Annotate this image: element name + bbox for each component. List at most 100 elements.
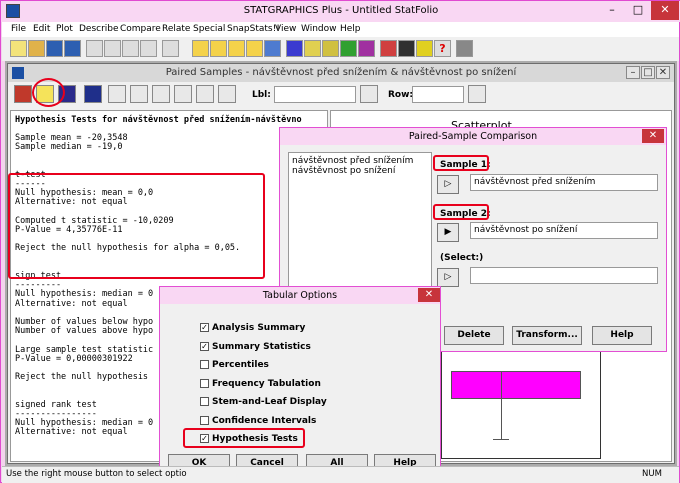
- exclude-icon[interactable]: [152, 85, 170, 103]
- document-icon: [12, 67, 24, 79]
- cut-icon[interactable]: [86, 40, 103, 57]
- menu-special[interactable]: Special: [193, 24, 225, 34]
- analysis-summary-label: Analysis Summary: [212, 323, 306, 333]
- confidence-intervals-checkbox[interactable]: [200, 416, 209, 425]
- input-dialog-icon[interactable]: [14, 85, 32, 103]
- app-title-bar: STATGRAPHICS Plus - Untitled StatFolio –…: [1, 1, 680, 22]
- doc-maximize-button[interactable]: □: [641, 66, 655, 79]
- menu-describe[interactable]: Describe: [79, 24, 119, 34]
- highlight-sample1-label: [433, 155, 489, 171]
- status-num: NUM: [642, 469, 662, 479]
- status-bar: Use the right mouse button to select opt…: [2, 466, 679, 483]
- doc-close-button[interactable]: ✕: [656, 66, 670, 79]
- document-toolbar: Lbl: Row:: [8, 82, 674, 108]
- menu-help[interactable]: Help: [340, 24, 361, 34]
- pane-options-icon[interactable]: [130, 85, 148, 103]
- variable-item[interactable]: návštěvnost po snížení: [292, 166, 395, 176]
- output-line: Null hypothesis: median = 0: [15, 289, 154, 299]
- copy-icon[interactable]: [104, 40, 121, 57]
- plot-frame: [441, 341, 601, 459]
- plot-tool-icon[interactable]: [264, 40, 281, 57]
- menu-window[interactable]: Window: [301, 24, 337, 34]
- menu-view[interactable]: View: [275, 24, 296, 34]
- menu-edit[interactable]: Edit: [33, 24, 50, 34]
- select-field[interactable]: [470, 267, 658, 284]
- save-icon[interactable]: [46, 40, 63, 57]
- stem-and-leaf-label: Stem-and-Leaf Display: [212, 397, 327, 407]
- sample2-arrow-button[interactable]: ▶: [437, 223, 459, 242]
- add-icon[interactable]: [218, 85, 236, 103]
- tabular-dialog-close-button[interactable]: ✕: [418, 288, 440, 302]
- delete-button[interactable]: Delete: [444, 326, 504, 345]
- lbl-binoculars-icon[interactable]: [360, 85, 378, 103]
- save-all-icon[interactable]: [64, 40, 81, 57]
- box-plot-median: [501, 371, 502, 399]
- snap-tool-icon[interactable]: [358, 40, 375, 57]
- highlight-sample2-label: [433, 204, 489, 220]
- row-input[interactable]: [412, 86, 464, 103]
- sample1-arrow-button[interactable]: ▷: [437, 175, 459, 194]
- app-window: STATGRAPHICS Plus - Untitled StatFolio –…: [0, 0, 680, 483]
- calculator-icon[interactable]: [456, 40, 473, 57]
- menu-snapstats[interactable]: SnapStats!!: [227, 24, 280, 34]
- stem-and-leaf-checkbox[interactable]: [200, 397, 209, 406]
- undo-icon[interactable]: [140, 40, 157, 57]
- save-results-icon[interactable]: [84, 85, 102, 103]
- output-line: P-Value = 0,00000301922: [15, 354, 133, 364]
- main-toolbar: ?: [2, 37, 679, 61]
- summary-statistics-checkbox[interactable]: ✓: [200, 342, 209, 351]
- output-line: Number of values above hypo: [15, 326, 154, 336]
- analysis-summary-checkbox[interactable]: ✓: [200, 323, 209, 332]
- sample1-field[interactable]: návštěvnost před snížením: [470, 174, 658, 191]
- stat-tool-icon[interactable]: [380, 40, 397, 57]
- open-icon[interactable]: [28, 40, 45, 57]
- summary-statistics-label: Summary Statistics: [212, 342, 311, 352]
- row-label: Row:: [388, 90, 414, 100]
- datasheet-icon[interactable]: [162, 40, 179, 57]
- select-arrow-button[interactable]: ▷: [437, 268, 459, 287]
- table-tool-icon[interactable]: [340, 40, 357, 57]
- status-text: Use the right mouse button to select opt…: [6, 469, 187, 479]
- star-icon[interactable]: [416, 40, 433, 57]
- paired-help-button[interactable]: Help: [592, 326, 652, 345]
- sample2-field[interactable]: návštěvnost po snížení: [470, 222, 658, 239]
- maximize-button[interactable]: □: [625, 1, 651, 20]
- minimize-button[interactable]: –: [599, 1, 625, 20]
- tabular-options-dialog: Tabular Options ✕ ✓ Analysis Summary ✓ S…: [159, 286, 441, 478]
- highlight-t-test-section: [8, 173, 265, 279]
- help-icon[interactable]: ?: [434, 40, 451, 57]
- analysis-options-icon[interactable]: [108, 85, 126, 103]
- special-tool-icon[interactable]: [246, 40, 263, 57]
- lbl-input[interactable]: [274, 86, 356, 103]
- document-title-bar: Paired Samples - návštěvnost před snížen…: [8, 64, 674, 82]
- paste-icon[interactable]: [122, 40, 139, 57]
- compare-tool-icon[interactable]: [210, 40, 227, 57]
- wave-tool-icon[interactable]: [286, 40, 303, 57]
- paired-dialog-close-button[interactable]: ✕: [642, 129, 664, 143]
- box-plot-box: [451, 371, 581, 399]
- new-icon[interactable]: [10, 40, 27, 57]
- transform-button[interactable]: Transform...: [512, 326, 582, 345]
- doc-minimize-button[interactable]: –: [626, 66, 640, 79]
- describe-tool-icon[interactable]: [192, 40, 209, 57]
- frequency-tabulation-checkbox[interactable]: [200, 379, 209, 388]
- percentiles-checkbox[interactable]: [200, 360, 209, 369]
- relate-tool-icon[interactable]: [228, 40, 245, 57]
- menu-compare[interactable]: Compare: [120, 24, 161, 34]
- chart-tool-icon[interactable]: [304, 40, 321, 57]
- close-button[interactable]: ✕: [651, 1, 679, 20]
- box-plot-whisker: [501, 399, 502, 439]
- locate-icon[interactable]: [196, 85, 214, 103]
- confidence-intervals-label: Confidence Intervals: [212, 416, 317, 426]
- menu-file[interactable]: File: [11, 24, 26, 34]
- brush-icon[interactable]: [174, 85, 192, 103]
- menu-plot[interactable]: Plot: [56, 24, 73, 34]
- output-line: Reject the null hypothesis: [15, 372, 149, 382]
- menu-relate[interactable]: Relate: [162, 24, 190, 34]
- row-binoculars-icon[interactable]: [468, 85, 486, 103]
- wizard-icon[interactable]: [398, 40, 415, 57]
- app-title: STATGRAPHICS Plus - Untitled StatFolio: [243, 5, 439, 16]
- percentiles-label: Percentiles: [212, 360, 269, 370]
- variable-item[interactable]: návštěvnost před snížením: [292, 156, 413, 166]
- graph-tool-icon[interactable]: [322, 40, 339, 57]
